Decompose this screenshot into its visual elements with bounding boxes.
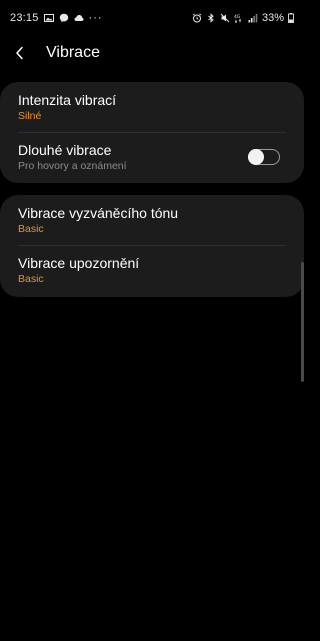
- battery-icon: [288, 13, 294, 23]
- back-button[interactable]: [0, 36, 40, 70]
- signal-icon: [248, 13, 258, 23]
- 4g-icon: 4G: [234, 13, 244, 23]
- setting-long-vibration[interactable]: Dlouhé vibrace Pro hovory a oznámení: [0, 132, 304, 182]
- setting-title: Vibrace upozornění: [18, 255, 140, 271]
- messenger-icon: [59, 13, 69, 23]
- status-left: 23:15 ···: [10, 12, 103, 24]
- battery-percent: 33%: [261, 12, 284, 24]
- settings-card-patterns: Vibrace vyzváněcího tónu Basic Vibrace u…: [0, 195, 304, 297]
- setting-value: Basic: [18, 273, 44, 285]
- toggle-knob: [247, 148, 264, 165]
- bluetooth-icon: [206, 13, 216, 23]
- page-title: Vibrace: [46, 44, 100, 61]
- setting-vibration-intensity[interactable]: Intenzita vibrací Silné: [0, 82, 304, 132]
- alarm-icon: [192, 13, 202, 23]
- scrollbar[interactable]: [301, 262, 304, 382]
- back-arrow-icon: [16, 46, 23, 60]
- more-notifications-icon: ···: [88, 11, 103, 24]
- status-bar: 23:15 ··· 4G 33%: [0, 0, 304, 36]
- cloud-icon: [74, 13, 84, 23]
- setting-title: Intenzita vibrací: [18, 92, 117, 108]
- status-right: 4G 33%: [192, 12, 294, 24]
- setting-title: Vibrace vyzváněcího tónu: [18, 205, 179, 221]
- setting-description: Pro hovory a oznámení: [18, 160, 127, 172]
- long-vibration-toggle[interactable]: [247, 148, 280, 165]
- app-header: Vibrace: [0, 36, 304, 70]
- setting-title: Dlouhé vibrace: [18, 142, 112, 158]
- status-time: 23:15: [10, 12, 39, 24]
- mute-icon: [220, 13, 230, 23]
- setting-ringtone-vibration[interactable]: Vibrace vyzváněcího tónu Basic: [0, 195, 304, 245]
- setting-value: Basic: [18, 223, 44, 235]
- setting-notification-vibration[interactable]: Vibrace upozornění Basic: [0, 245, 304, 295]
- svg-text:4G: 4G: [234, 14, 241, 20]
- setting-value: Silné: [18, 110, 42, 122]
- vibration-settings-screen: 23:15 ··· 4G 33% Vibrace Intenzita vibra…: [0, 0, 304, 641]
- settings-card-vibration: Intenzita vibrací Silné Dlouhé vibrace P…: [0, 82, 304, 183]
- image-icon: [43, 13, 54, 23]
